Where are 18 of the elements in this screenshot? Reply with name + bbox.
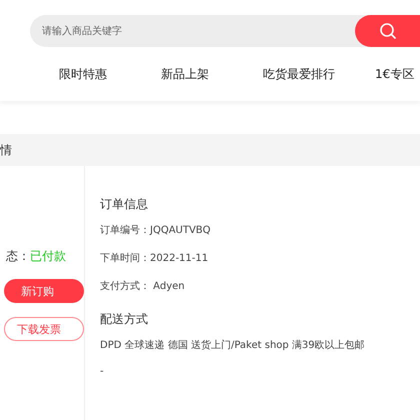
shipping-title: 配送方式 xyxy=(100,311,149,328)
nav-link[interactable]: 限时特惠 xyxy=(59,66,107,82)
info-text: - xyxy=(100,366,105,377)
nav-link[interactable]: 吃货最爱排行 xyxy=(263,66,335,82)
info-text: 下单时间：2022-11-11 xyxy=(100,252,210,265)
download-invoice-button[interactable]: 下载发票 xyxy=(4,317,84,341)
section-title: 情 xyxy=(0,142,12,158)
info-text: 支付方式： Adyen xyxy=(100,280,186,293)
reorder-button[interactable]: 新订购 xyxy=(4,279,84,303)
search-button[interactable] xyxy=(355,15,420,47)
status-label: 态： xyxy=(6,249,30,263)
order-info-title: 订单信息 xyxy=(100,196,149,213)
status-value: 已付款 xyxy=(30,249,66,263)
info-text: DPD 全球速递 德国 送货上门/Paket shop 满39欧以上包邮 xyxy=(100,338,365,352)
info-text: 订单编号：JQQAUTVBQ xyxy=(100,224,212,237)
nav-link[interactable]: 1€专区 xyxy=(375,66,414,82)
search-icon xyxy=(378,22,396,40)
nav-link[interactable]: 新品上架 xyxy=(161,66,209,82)
